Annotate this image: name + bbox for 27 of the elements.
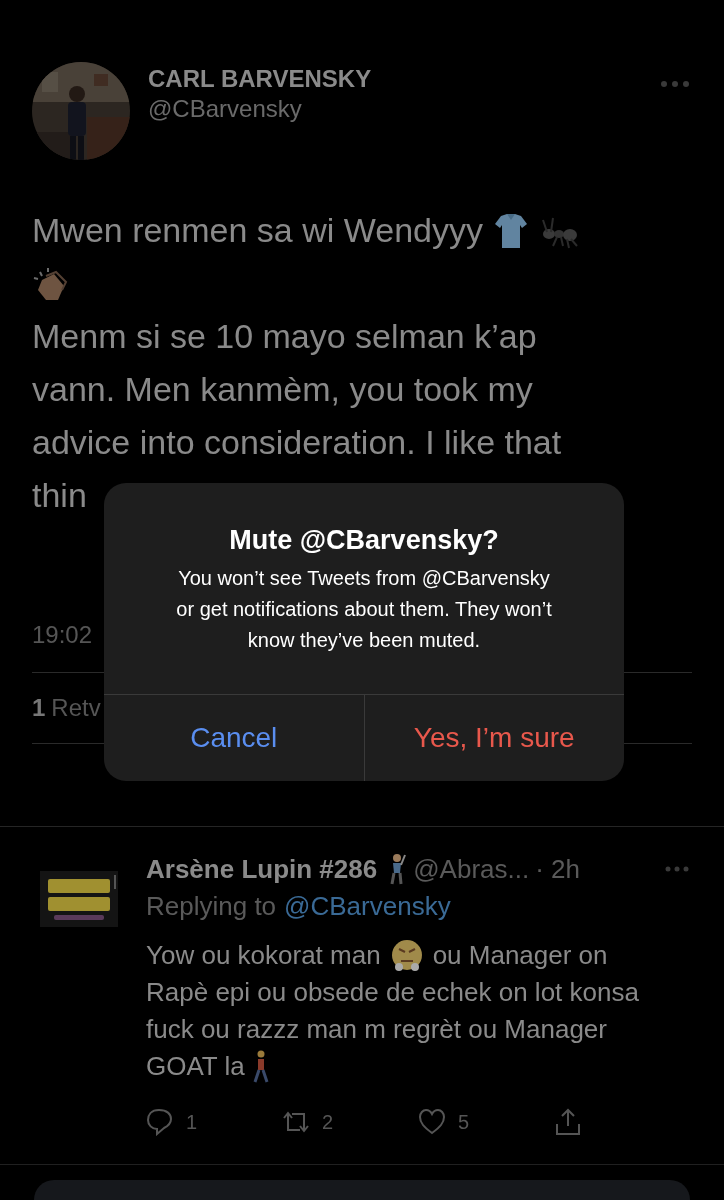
cancel-button[interactable]: Cancel <box>104 695 364 781</box>
reply-author-handle: @Abras... <box>413 852 530 886</box>
action-count: 2 <box>322 1110 334 1135</box>
replying-label: Replying to <box>146 889 277 923</box>
mention-link[interactable]: @CBarvensky <box>284 886 451 926</box>
confirm-button[interactable]: Yes, I’m sure <box>363 695 624 781</box>
tweet-time: 19:02 <box>32 621 93 648</box>
tweet-text-line: Mwen renmen sa wi Wendyyy <box>32 210 483 251</box>
reply-age: · 2h <box>535 852 580 886</box>
action-count: 5 <box>458 1110 470 1135</box>
dialog-title: Mute @CBarvensky? <box>228 524 500 557</box>
reply-text-line: GOAT la <box>146 1050 245 1083</box>
dialog-message: You won’t see Tweets from @CBarvensky or get notifications about them. They won’t know they’ve been muted. <box>175 566 553 653</box>
user-name: CARL BARVENSKY <box>148 64 372 94</box>
tweet-text-line: Menm si se 10 mayo selman k’ap <box>32 316 537 357</box>
reply-text-line: Yow ou kokorat man <box>146 939 381 972</box>
retweet-label: Retv <box>51 693 101 723</box>
retweet-count: 1 <box>32 693 46 723</box>
tweet-text-line: advice into consideration. I like that <box>32 422 562 463</box>
tweet-text-line: vann. Men kanmèm, you took my <box>32 369 533 410</box>
reply-author-name: Arsène Lupin #286 <box>146 852 378 886</box>
reply-text-line: Rapè epi ou obsede de echek on lot konsa <box>146 976 639 1009</box>
action-count: 1 <box>186 1110 198 1135</box>
tweet-text-fragment: thin <box>32 475 87 516</box>
user-handle: @CBarvensky <box>148 94 302 124</box>
reply-text-line: fuck ou razzz man m regrèt ou Manager <box>146 1013 607 1046</box>
reply-text-line: ou Manager on <box>432 939 608 972</box>
